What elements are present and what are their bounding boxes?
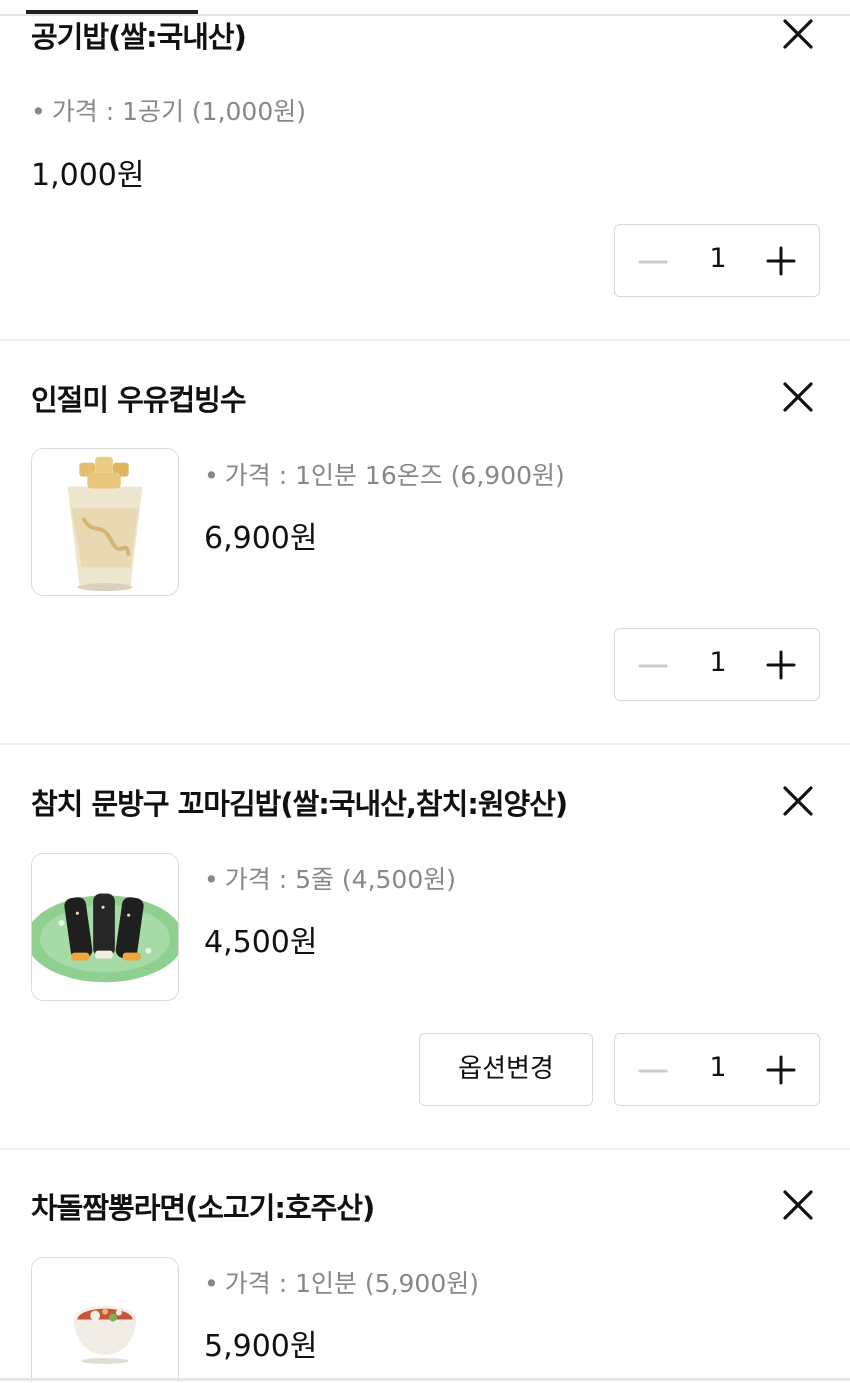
remove-item-button[interactable] <box>780 783 816 819</box>
price-description: • 가격 : 5줄 (4,500원) <box>204 865 456 894</box>
item-price: 4,500원 <box>204 925 318 960</box>
item-price: 5,900원 <box>204 1329 318 1364</box>
change-option-button[interactable]: 옵션변경 <box>419 1033 593 1106</box>
decrease-quantity-button[interactable] <box>637 246 669 278</box>
ramen-cup-image <box>73 1305 137 1364</box>
quantity-stepper: 1 <box>614 1033 820 1106</box>
item-name: 차돌짬뽕라면(소고기:호주산) <box>31 1191 375 1225</box>
kimbap-plate-image <box>32 893 178 983</box>
minus-icon <box>638 664 668 668</box>
remove-item-button[interactable] <box>780 379 816 415</box>
price-description: • 가격 : 1인분 (5,900원) <box>204 1269 479 1298</box>
item-thumbnail <box>31 1257 179 1382</box>
quantity-value: 1 <box>709 647 727 678</box>
plus-icon <box>766 1055 796 1085</box>
item-thumbnail <box>31 448 179 596</box>
decrease-quantity-button[interactable] <box>637 1055 669 1087</box>
item-divider <box>0 339 850 341</box>
item-divider <box>0 743 850 745</box>
item-divider <box>0 1148 850 1150</box>
item-price: 1,000원 <box>31 158 145 193</box>
item-name: 참치 문방구 꼬마김밥(쌀:국내산,참치:원양산) <box>31 787 568 821</box>
close-icon <box>783 1190 813 1220</box>
plus-icon <box>766 650 796 680</box>
item-name: 인절미 우유컵빙수 <box>31 383 247 417</box>
close-icon <box>783 382 813 412</box>
minus-icon <box>638 260 668 264</box>
quantity-stepper: 1 <box>614 628 820 701</box>
price-description: • 가격 : 1공기 (1,000원) <box>31 97 306 126</box>
decrease-quantity-button[interactable] <box>637 650 669 682</box>
item-thumbnail <box>31 853 179 1001</box>
item-price: 6,900원 <box>204 521 318 556</box>
close-icon <box>783 19 813 49</box>
increase-quantity-button[interactable] <box>765 1054 797 1086</box>
quantity-stepper: 1 <box>614 224 820 297</box>
bingsu-cup-image <box>67 456 143 592</box>
increase-quantity-button[interactable] <box>765 245 797 277</box>
price-description: • 가격 : 1인분 16온즈 (6,900원) <box>204 461 565 490</box>
bottom-divider <box>0 1378 850 1381</box>
remove-item-button[interactable] <box>780 1187 816 1223</box>
item-name: 공기밥(쌀:국내산) <box>31 20 247 54</box>
close-icon <box>783 786 813 816</box>
minus-icon <box>638 1069 668 1073</box>
plus-icon <box>766 246 796 276</box>
remove-item-button[interactable] <box>780 16 816 52</box>
quantity-value: 1 <box>709 243 727 274</box>
quantity-value: 1 <box>709 1052 727 1083</box>
increase-quantity-button[interactable] <box>765 649 797 681</box>
